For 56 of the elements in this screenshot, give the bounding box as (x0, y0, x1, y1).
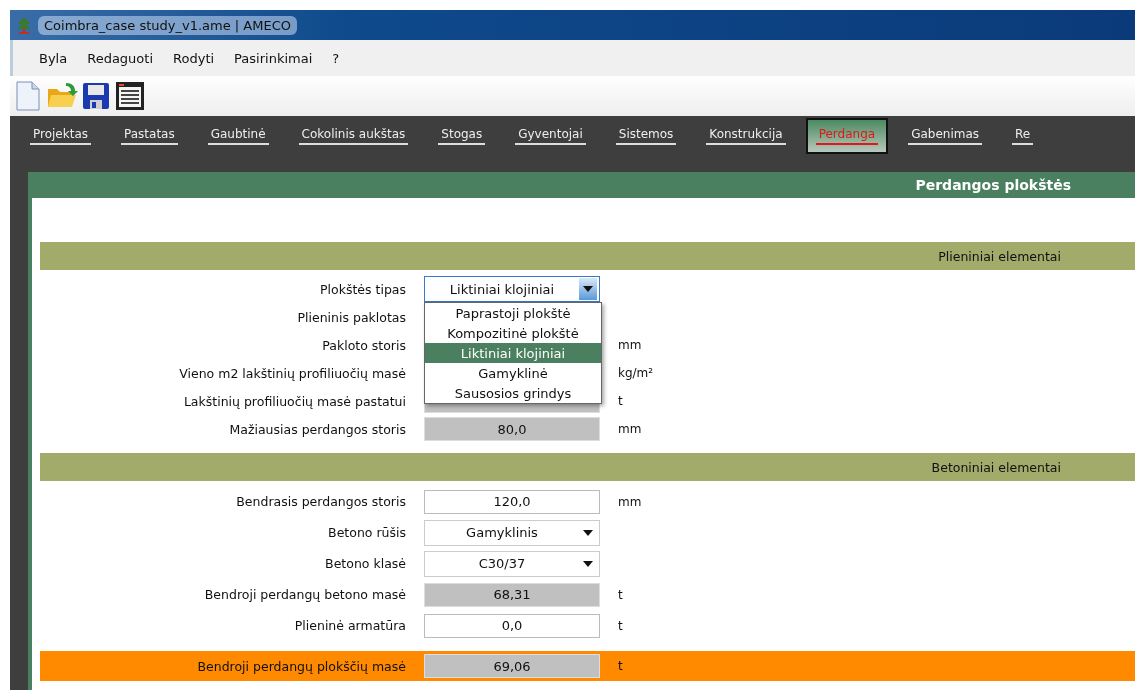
unit-label: t (618, 394, 624, 408)
tab[interactable]: Gaubtinė (197, 118, 279, 154)
input-field[interactable]: 120,0 (424, 489, 600, 514)
panel-title: Perdangos plokštės (915, 177, 1071, 193)
menu-item[interactable]: Rodyti (165, 48, 223, 68)
window-title: Coimbra_case study_v1.ame | AMECO (38, 15, 297, 35)
unit-label: t (618, 659, 624, 673)
tab[interactable]: Sistemos (605, 118, 687, 154)
unit-label: kg/m² (618, 366, 655, 380)
field-label: Bendrasis perdangos storis (235, 494, 406, 509)
unit-label: mm (618, 422, 643, 436)
caret-icon[interactable] (579, 278, 597, 300)
menu-item[interactable]: ? (324, 48, 348, 68)
list-icon[interactable] (114, 80, 146, 112)
tab[interactable]: Cokolinis aukštas (288, 118, 419, 154)
field-label: Pakloto storis (321, 337, 406, 353)
field-label: Betono rūšis (327, 525, 406, 540)
dropdown-option[interactable]: Liktiniai klojiniai (425, 343, 601, 363)
tab[interactable]: Konstrukcija (696, 118, 796, 154)
readonly-field: 68,31 (424, 582, 600, 607)
menu-item[interactable]: Pasirinkimai (226, 48, 321, 68)
tab[interactable]: Re (1002, 118, 1044, 154)
field-label: Plieninis paklotas (296, 309, 406, 325)
dropdown-option[interactable]: Paprastoji plokštė (425, 303, 601, 323)
tree-icon (16, 16, 32, 34)
field-label: Betono klasė (324, 556, 406, 571)
readonly-field: 80,0 (424, 417, 600, 441)
field-label: Vieno m2 lakštinių profiliuočių masė (178, 365, 406, 381)
unit-label: t (618, 618, 624, 633)
dropdown-option[interactable]: Sausosios grindys (425, 383, 601, 403)
section-title: Plieniniai elementai (938, 248, 1061, 264)
unit-label: t (618, 587, 624, 602)
input-field[interactable]: 0,0 (424, 613, 600, 638)
save-icon[interactable] (82, 81, 110, 111)
field-label: Bendroji perdangų betono masė (203, 587, 406, 602)
tab[interactable]: Gyventojai (505, 118, 596, 154)
dropdown[interactable]: Liktiniai klojiniai (424, 276, 600, 302)
field-label: Mažiausias perdangos storis (228, 421, 406, 437)
dropdown[interactable]: Gamyklinis (424, 519, 600, 546)
dropdown[interactable]: C30/37 (424, 550, 600, 577)
dropdown-option[interactable]: Gamyklinė (425, 363, 601, 383)
field-label: Plokštės tipas (319, 281, 406, 297)
menu-item[interactable]: Byla (31, 48, 76, 68)
readonly-field: 69,06 (424, 654, 600, 678)
dropdown-option[interactable]: Kompozitinė plokštė (425, 323, 601, 343)
unit-label: mm (618, 494, 643, 509)
tab[interactable]: Pastatas (111, 118, 188, 154)
total-label: Bendroji perdangų plokščių masė (196, 658, 406, 674)
tab[interactable]: Stogas (428, 118, 496, 154)
field-label: Plieninė armatūra (293, 618, 406, 633)
section-title: Betoniniai elementai (931, 459, 1061, 475)
field-label: Lakštinių profiliuočių masė pastatui (182, 393, 406, 409)
tab[interactable]: Projektas (20, 118, 101, 154)
unit-label: mm (618, 338, 643, 352)
menu-item[interactable]: Redaguoti (79, 48, 162, 68)
tab[interactable]: Gabenimas (898, 118, 992, 154)
